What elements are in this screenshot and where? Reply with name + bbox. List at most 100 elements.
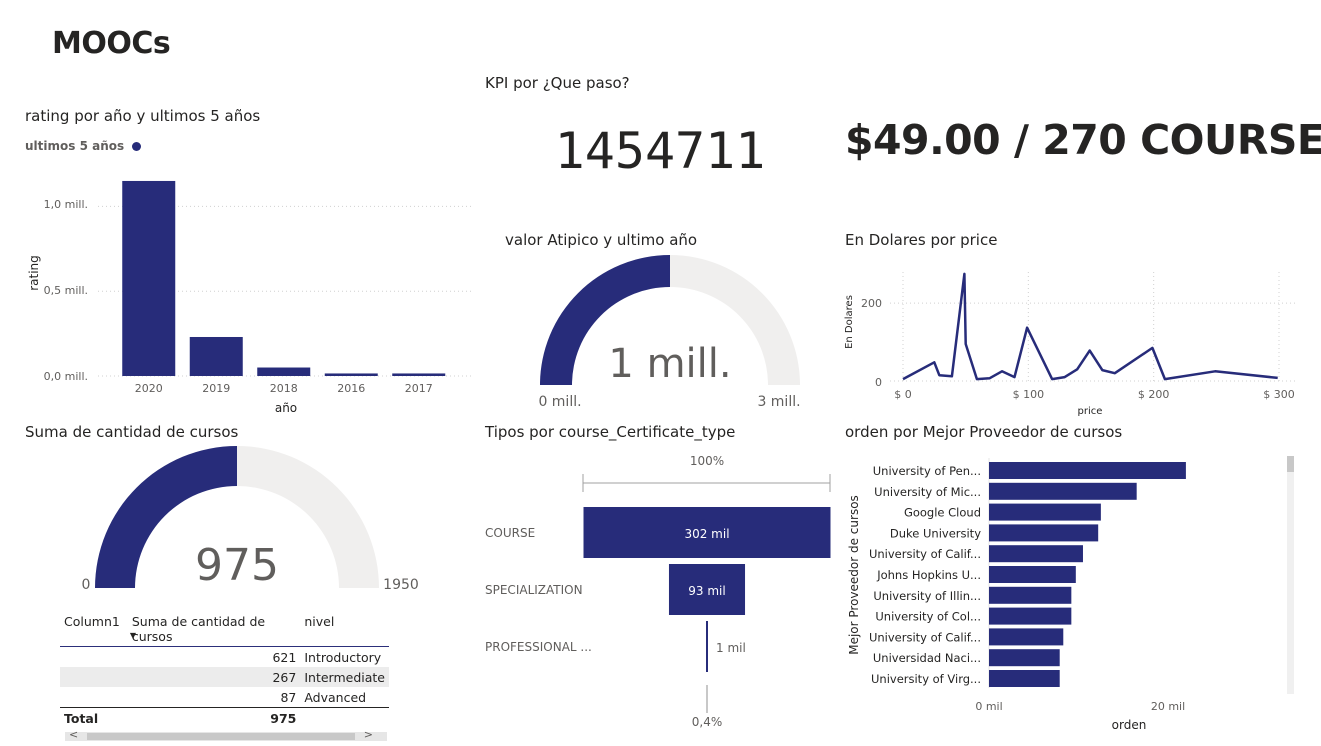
rating-legend-title: ultimos 5 años [25, 139, 125, 153]
cursos-gauge-title: Suma de cantidad de cursos [25, 423, 239, 441]
legend-dot-icon [132, 141, 142, 151]
scroll-right-icon[interactable]: > [364, 728, 373, 741]
bar[interactable] [989, 524, 1099, 542]
sort-desc-icon: ▼ [129, 631, 137, 640]
y-tick-label: University of Calif... [869, 547, 981, 561]
funnel-top-pct: 100% [690, 454, 724, 468]
bar[interactable] [989, 503, 1101, 521]
rating-legend[interactable]: ultimos 5 años [25, 139, 142, 153]
table-cell: 87 [280, 689, 297, 705]
y-tick-label: Duke University [890, 526, 981, 540]
x-axis-title: año [275, 401, 297, 415]
gauge-min-label: 0 mill. [538, 394, 581, 410]
funnel-bottom-pct: 0,4% [692, 715, 723, 729]
x-tick-label: 2020 [135, 382, 163, 395]
table-cell: Introductory [304, 649, 382, 665]
y-tick-label: University of Mic... [874, 485, 981, 499]
funnel-bar[interactable] [706, 621, 708, 672]
funnel-category-label: SPECIALIZATION [485, 583, 583, 597]
y-tick-label: 200 [861, 297, 882, 310]
dolares-line-chart[interactable]: 200 0 En Dolares $ 0 $ 100 $ 200 $ 300 pric… [840, 262, 1310, 422]
column-header-label: Suma de cantidad de cursos [131, 614, 266, 644]
x-tick-label: $ 300 [1263, 388, 1295, 401]
y-tick-label: 1,0 mill. [44, 198, 88, 211]
horizontal-scrollbar[interactable]: < > [65, 728, 387, 741]
rating-chart-title: rating por año y ultimos 5 años [25, 107, 261, 125]
table-total-row: Total 975 [60, 707, 389, 728]
table-row[interactable]: 267 Intermediate [60, 667, 389, 687]
y-tick-label: University of Pen... [873, 464, 981, 478]
x-tick-label: 2019 [202, 382, 230, 395]
funnel-title: Tipos por course_Certificate_type [485, 423, 736, 441]
bar[interactable] [989, 670, 1060, 687]
scrollbar-thumb[interactable] [1287, 456, 1294, 472]
series-line[interactable] [902, 272, 1278, 381]
gauge-min-label: 0 [82, 577, 91, 593]
x-axis-title: price [1078, 406, 1103, 417]
bar[interactable] [989, 628, 1064, 646]
x-tick-label: 2018 [270, 382, 298, 395]
y-tick-label: University of Col... [875, 610, 981, 624]
atipico-gauge[interactable]: 1 mill. 0 mill. 3 mill. [520, 245, 820, 415]
bar[interactable] [989, 607, 1072, 625]
scrollbar-thumb[interactable] [87, 733, 355, 740]
column-header-sorted[interactable]: Suma de cantidad de cursos ▼ [127, 612, 301, 647]
funnel-category-label: COURSE [485, 526, 535, 540]
table-row[interactable]: 87 Advanced [60, 687, 389, 708]
bar[interactable] [989, 566, 1076, 583]
total-label: Total [60, 707, 128, 728]
funnel-value-label: 302 mil [684, 527, 729, 541]
column-header[interactable]: nivel [300, 612, 389, 647]
y-tick-label: 0 [875, 376, 882, 389]
dolares-chart-title: En Dolares por price [845, 231, 998, 249]
bar[interactable] [989, 649, 1060, 667]
price-courses-card: $49.00 / 270 COURSES [845, 116, 1321, 164]
rating-bar-chart[interactable]: 1,0 mill. 0,5 mill. 0,0 mill. rating 202… [20, 160, 480, 420]
funnel-value-label: 1 mil [716, 641, 746, 655]
total-value: 975 [127, 707, 301, 728]
funnel-value-label: 93 mil [688, 584, 725, 598]
y-tick-label: Google Cloud [904, 506, 981, 520]
column-header[interactable]: Column1 [60, 612, 128, 647]
x-tick-label: 2017 [405, 382, 433, 395]
table-cell: Advanced [304, 689, 367, 705]
y-tick-label: University of Virg... [871, 672, 981, 686]
bar[interactable] [324, 373, 378, 376]
cursos-matrix[interactable]: Column1 Suma de cantidad de cursos ▼ niv… [60, 612, 390, 741]
y-axis-title: rating [27, 255, 41, 291]
y-tick-label: 0,0 mill. [44, 370, 88, 383]
bar[interactable] [989, 545, 1083, 563]
x-tick-label: $ 100 [1013, 388, 1045, 401]
gauge-value: 1 mill. [608, 341, 731, 387]
bar[interactable] [257, 367, 311, 376]
gauge-value: 975 [195, 540, 279, 591]
x-tick-label: $ 200 [1138, 388, 1170, 401]
y-tick-label: Johns Hopkins U... [876, 568, 981, 582]
y-tick-label: University of Illin... [873, 589, 981, 603]
table-row[interactable]: 621 Introductory [60, 647, 389, 668]
bar[interactable] [989, 462, 1186, 479]
vertical-scrollbar[interactable] [1287, 456, 1294, 694]
x-tick-label: $ 0 [894, 388, 912, 401]
x-tick-label: 2016 [337, 382, 365, 395]
cursos-gauge[interactable]: 975 0 1950 [75, 440, 435, 600]
scroll-left-icon[interactable]: < [69, 728, 78, 741]
bar[interactable] [989, 482, 1137, 500]
bar[interactable] [989, 586, 1072, 604]
table-cell: 267 [127, 667, 301, 687]
bar[interactable] [392, 373, 446, 376]
y-axis-title: Mejor Proveedor de cursos [847, 495, 861, 655]
page-title: MOOCs [52, 26, 171, 61]
table-cell: Intermediate [300, 667, 389, 687]
bar[interactable] [189, 336, 243, 376]
x-tick-label: 20 mil [1151, 700, 1185, 713]
certificate-funnel-chart[interactable]: 100% COURSE 302 mil SPECIALIZATION 93 mil PR… [480, 445, 840, 740]
funnel-category-label: PROFESSIONAL ... [485, 640, 592, 654]
x-axis-title: orden [1112, 718, 1147, 732]
kpi-value: 1454711 [554, 122, 766, 180]
bar[interactable] [122, 180, 176, 376]
kpi-title: KPI por ¿Que paso? [485, 74, 630, 92]
proveedor-bar-chart[interactable]: Mejor Proveedor de cursos University of … [840, 450, 1310, 740]
proveedor-chart-title: orden por Mejor Proveedor de cursos [845, 423, 1123, 441]
gauge-max-label: 3 mill. [757, 394, 800, 410]
